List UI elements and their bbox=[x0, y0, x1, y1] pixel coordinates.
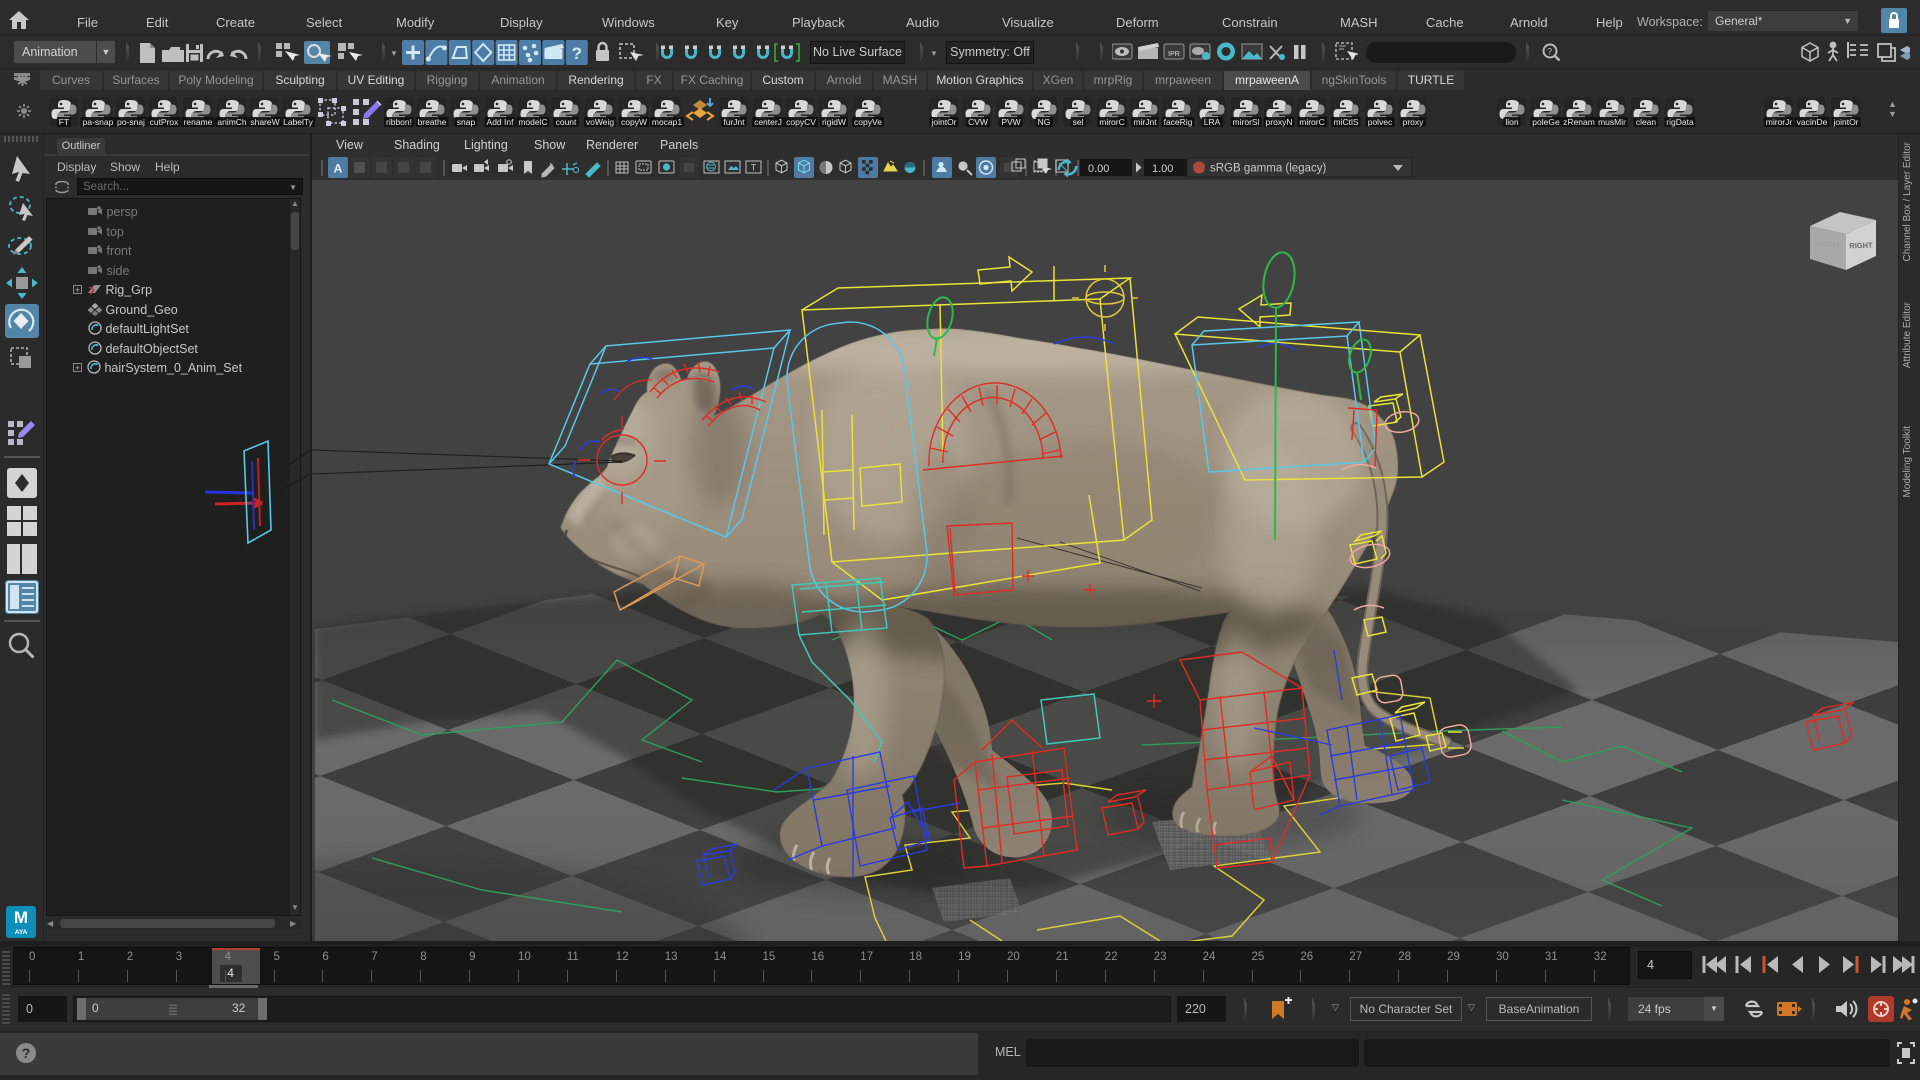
svg-text:IPR: IPR bbox=[1168, 51, 1180, 58]
svg-text:?: ? bbox=[1547, 47, 1552, 57]
svg-text:FRONT: FRONT bbox=[1816, 241, 1841, 249]
svg-text:T: T bbox=[751, 163, 757, 173]
svg-text:A: A bbox=[334, 162, 343, 176]
svg-text:1.00: 1.00 bbox=[1152, 163, 1173, 175]
svg-text:sRGB gamma (legacy): sRGB gamma (legacy) bbox=[1210, 163, 1326, 175]
svg-text:RIGHT: RIGHT bbox=[1849, 241, 1873, 251]
svg-text:?: ? bbox=[572, 44, 582, 63]
svg-text:0.00: 0.00 bbox=[1088, 163, 1109, 175]
